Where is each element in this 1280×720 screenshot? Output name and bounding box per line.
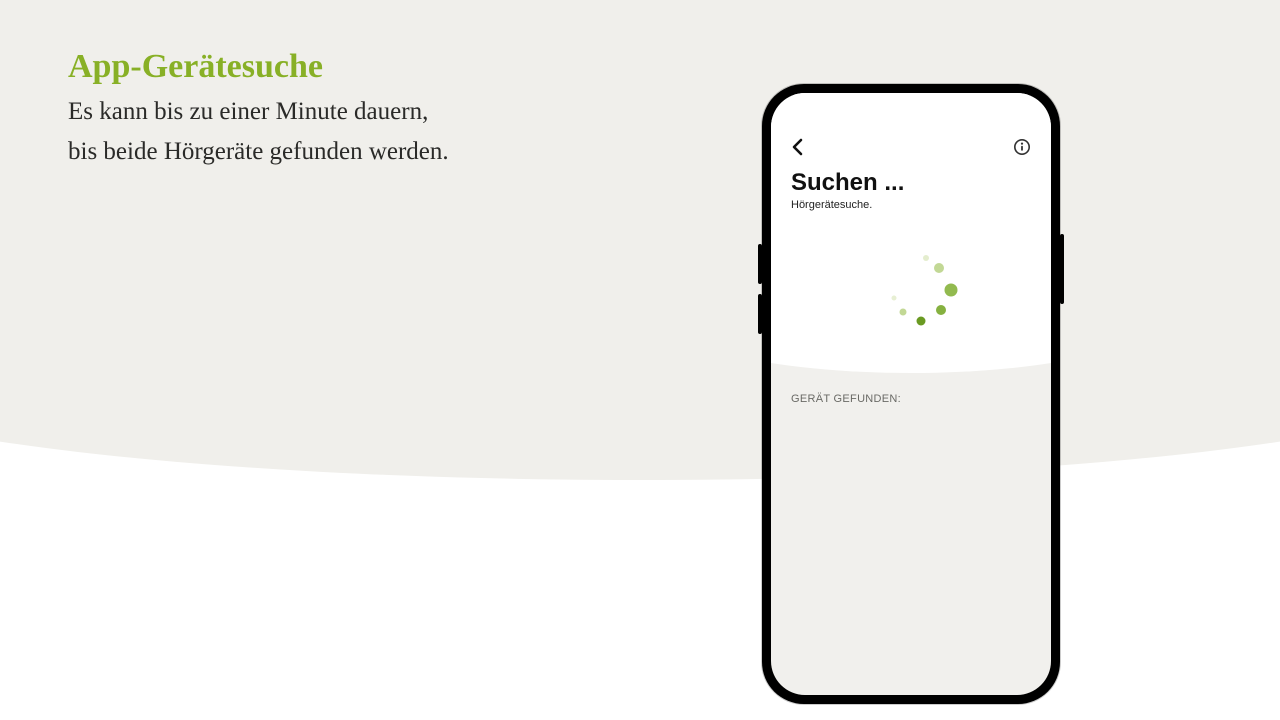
page-title: App-Gerätesuche (68, 48, 628, 86)
info-icon (1013, 138, 1031, 156)
phone-side-button (758, 294, 762, 334)
info-button[interactable] (1013, 138, 1031, 156)
description-line-1: Es kann bis zu einer Minute dauern, (68, 98, 428, 125)
search-subtitle: Hörgerätesuche. (791, 199, 1031, 211)
phone-screen: Suchen ... Hörgerätesuche. GERÄT GEFUNDE… (771, 93, 1051, 695)
page-description: Es kann bis zu einer Minute dauern, bis … (68, 92, 628, 172)
app-nav-bar (771, 133, 1051, 161)
phone-side-button (758, 244, 762, 284)
back-button[interactable] (791, 138, 805, 156)
phone-side-button (1060, 234, 1064, 304)
loading-spinner (771, 248, 1051, 338)
chevron-left-icon (791, 138, 805, 156)
instruction-panel: App-Gerätesuche Es kann bis zu einer Min… (68, 48, 628, 172)
spinner-icon (851, 248, 971, 338)
device-found-label: GERÄT GEFUNDEN: (791, 393, 901, 405)
phone-mockup: Suchen ... Hörgerätesuche. GERÄT GEFUNDE… (762, 84, 1060, 704)
search-title: Suchen ... (791, 169, 1031, 197)
description-line-2: bis beide Hörgeräte gefunden werden. (68, 138, 449, 165)
